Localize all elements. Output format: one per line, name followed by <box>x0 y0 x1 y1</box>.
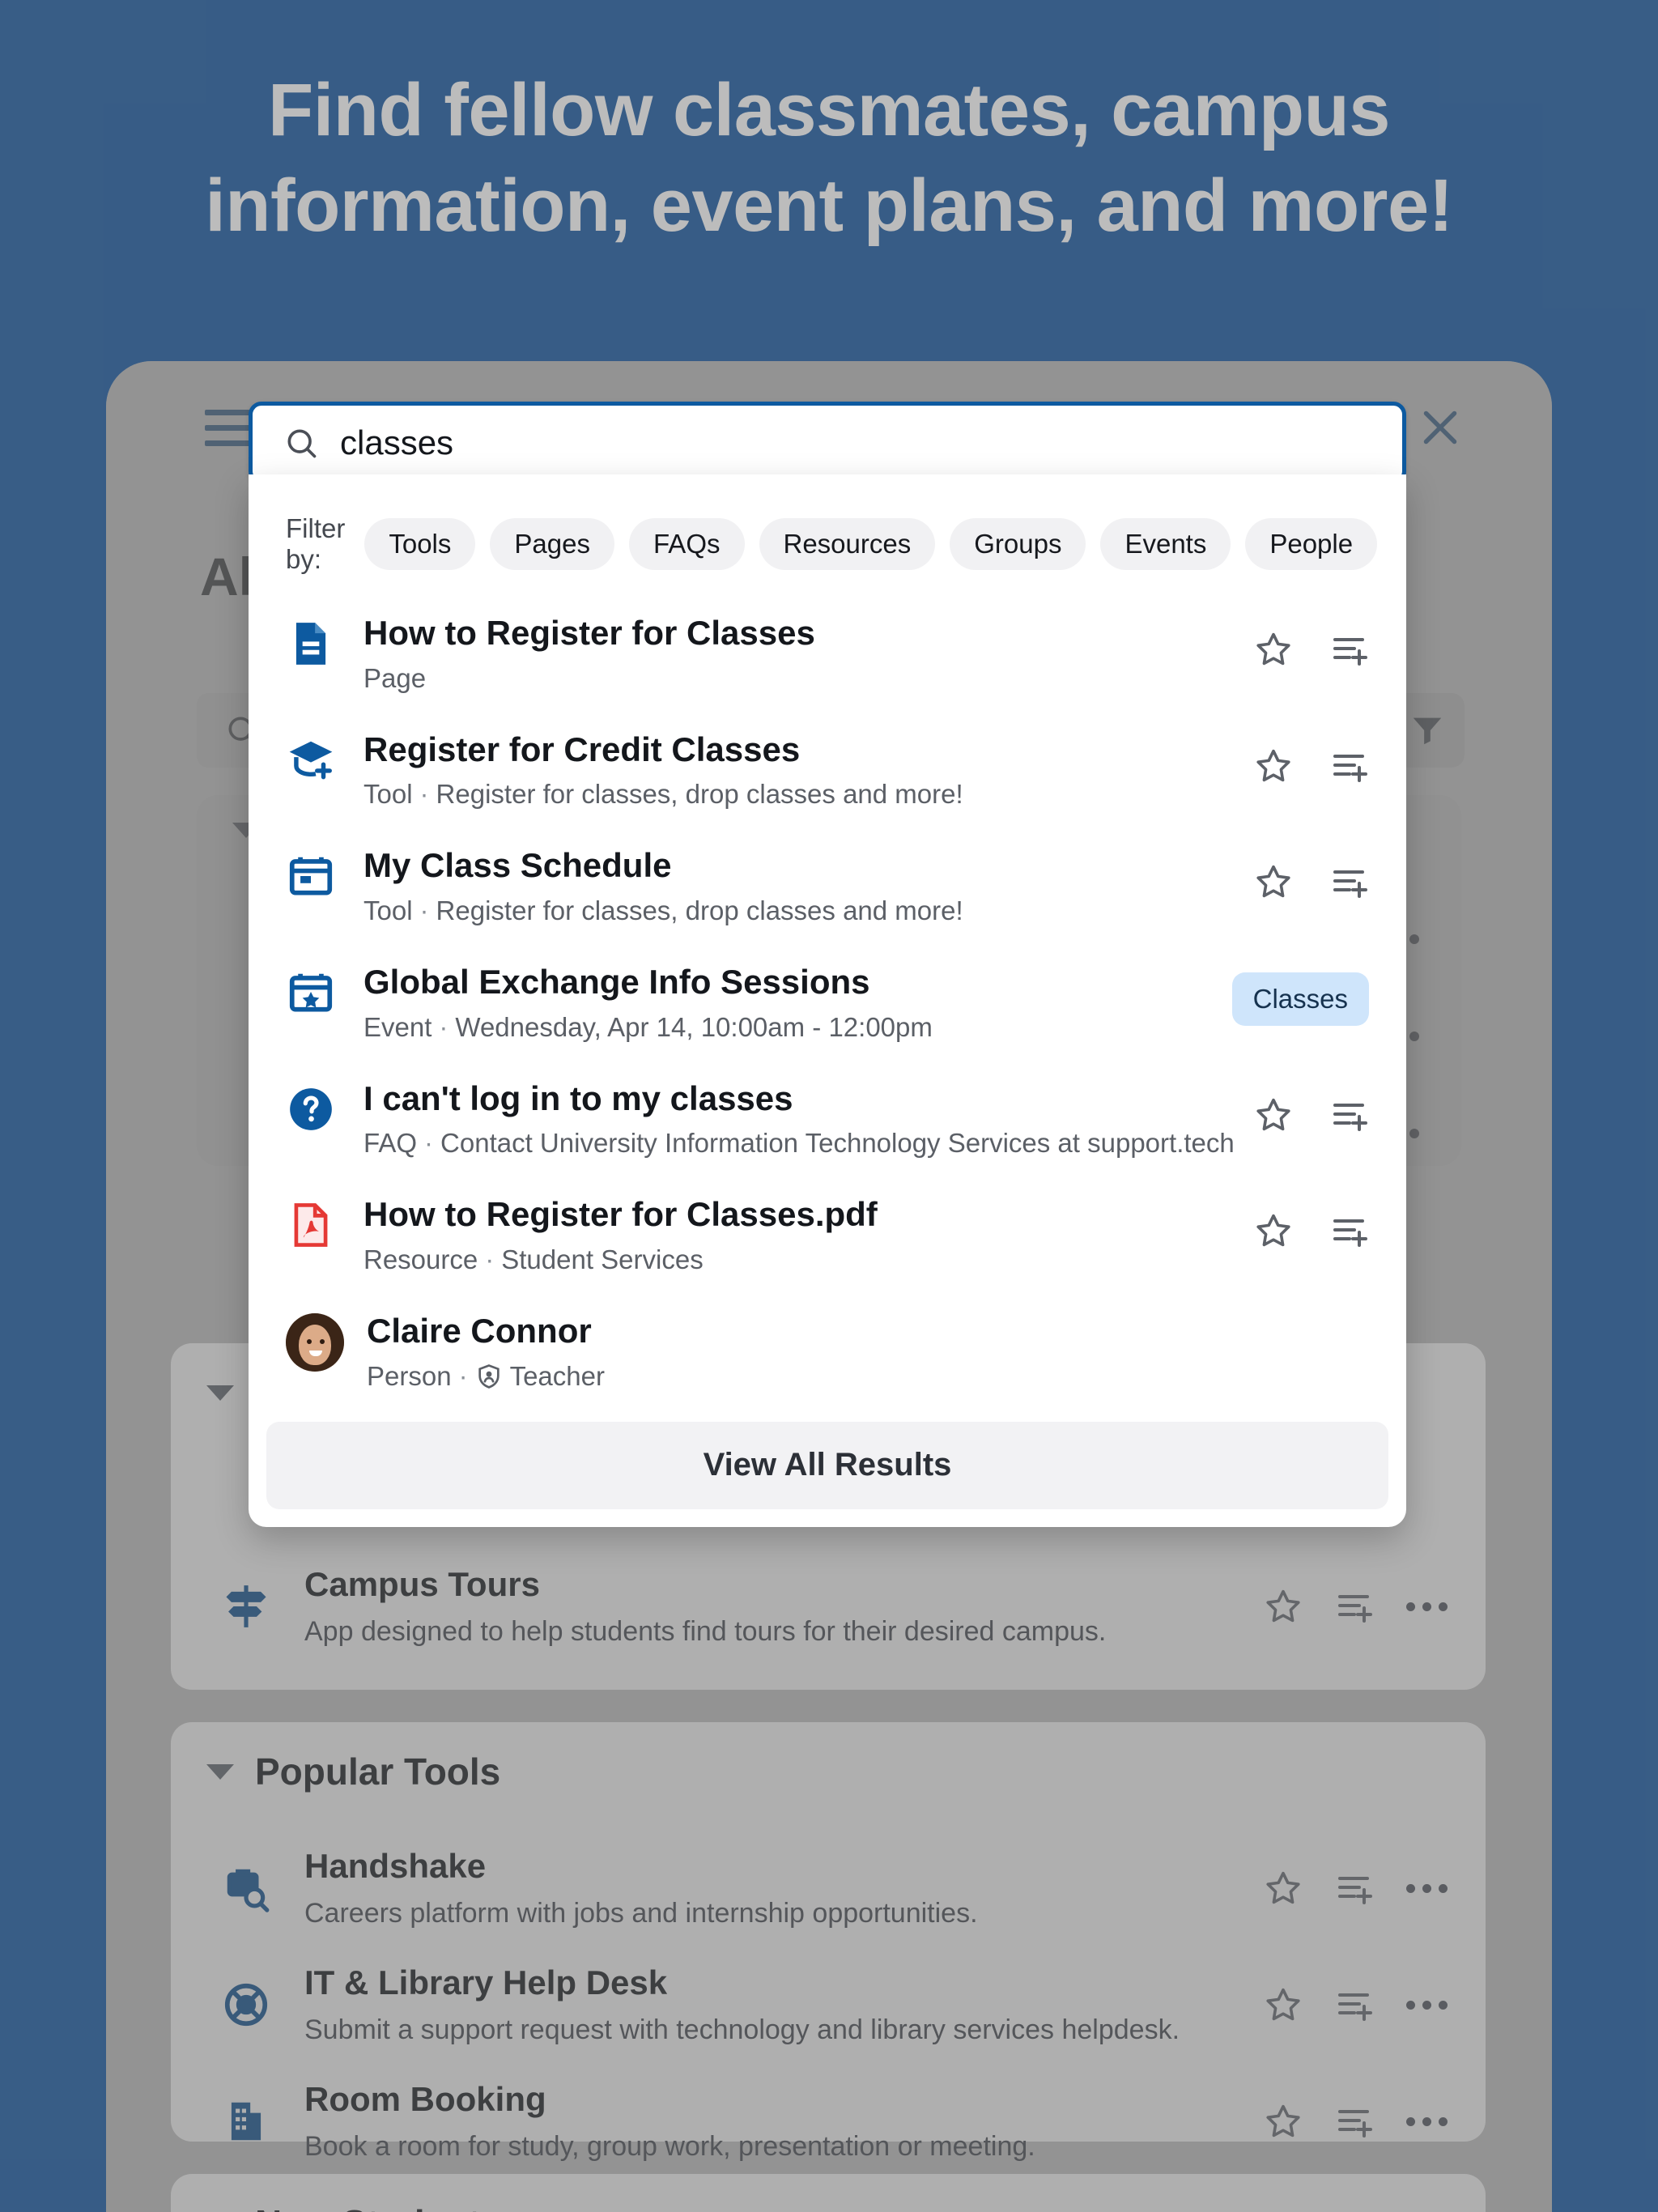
star-icon[interactable] <box>1254 630 1293 669</box>
search-result-item[interactable]: Claire Connor Person · Teacher <box>249 1294 1406 1410</box>
filter-chip-people[interactable]: People <box>1245 518 1378 570</box>
search-result-desc: Register for classes, drop classes and m… <box>436 895 963 926</box>
filter-chip-faqs[interactable]: FAQs <box>628 518 745 570</box>
star-icon[interactable] <box>1254 747 1293 785</box>
search-result-meta: Person · Teacher <box>367 1361 1369 1393</box>
search-result-title: Global Exchange Info Sessions <box>363 962 870 1001</box>
search-result-type: Tool <box>363 895 413 926</box>
star-icon[interactable] <box>1254 1211 1293 1250</box>
search-result-meta: FAQ · Contact University Information Tec… <box>363 1128 1235 1159</box>
search-result-desc: Contact University Information Technolog… <box>440 1128 1235 1159</box>
filter-chip-resources[interactable]: Resources <box>759 518 936 570</box>
graduation-cap-add-icon <box>286 735 336 785</box>
search-result-meta: Event · Wednesday, Apr 14, 10:00am - 12:… <box>363 1012 1232 1044</box>
search-result-item[interactable]: My Class Schedule Tool · Register for cl… <box>249 828 1406 945</box>
filter-bar: Filter by: Tools Pages FAQs Resources Gr… <box>249 513 1406 596</box>
status-badge: Classes <box>1231 972 1369 1026</box>
filter-chip-groups[interactable]: Groups <box>950 518 1086 570</box>
search-result-desc: Register for classes, drop classes and m… <box>436 779 963 810</box>
search-result-body: My Class Schedule Tool · Register for cl… <box>363 846 1235 927</box>
search-result-title: How to Register for Classes <box>363 614 815 652</box>
question-mark-icon <box>286 1084 336 1134</box>
filter-chip-tools[interactable]: Tools <box>364 518 476 570</box>
search-result-title: Register for Credit Classes <box>363 730 801 768</box>
search-result-body: Register for Credit Classes Tool · Regis… <box>363 730 1235 811</box>
star-icon[interactable] <box>1254 862 1293 901</box>
search-result-meta: Page <box>363 663 1235 695</box>
meta-separator: · <box>419 779 429 810</box>
search-icon <box>283 425 319 461</box>
search-input-value: classes <box>340 423 454 462</box>
star-icon[interactable] <box>1254 1095 1293 1134</box>
search-result-desc: Wednesday, Apr 14, 10:00am - 12:00pm <box>455 1011 933 1042</box>
meta-separator: · <box>485 1244 495 1274</box>
search-results-dropdown: Filter by: Tools Pages FAQs Resources Gr… <box>249 474 1406 1527</box>
search-result-title: I can't log in to my classes <box>363 1078 793 1117</box>
add-to-list-icon[interactable] <box>1330 630 1369 669</box>
search-result-type: Page <box>363 662 427 693</box>
search-result-desc: Student Services <box>501 1244 704 1274</box>
search-result-body: I can't log in to my classes FAQ · Conta… <box>363 1079 1235 1160</box>
search-result-type: Person <box>367 1360 452 1391</box>
teacher-badge-icon <box>475 1363 503 1390</box>
search-result-item[interactable]: How to Register for Classes Page <box>249 596 1406 713</box>
search-result-item[interactable]: How to Register for Classes.pdf Resource… <box>249 1177 1406 1294</box>
search-result-title: My Class Schedule <box>363 846 672 885</box>
result-actions <box>1254 1211 1369 1250</box>
view-all-results-button[interactable]: View All Results <box>266 1421 1388 1509</box>
search-result-body: Claire Connor Person · Teacher <box>367 1312 1369 1393</box>
search-result-type: Event <box>363 1011 432 1042</box>
filter-chip-events[interactable]: Events <box>1100 518 1231 570</box>
add-to-list-icon[interactable] <box>1330 1211 1369 1250</box>
result-actions <box>1254 630 1369 669</box>
search-result-meta: Tool · Register for classes, drop classe… <box>363 779 1235 810</box>
calendar-icon <box>286 851 336 901</box>
page-document-icon <box>286 619 336 669</box>
filter-chip-pages[interactable]: Pages <box>490 518 614 570</box>
search-result-meta: Resource · Student Services <box>363 1244 1235 1276</box>
meta-separator: · <box>458 1360 468 1391</box>
search-overlay: classes Filter by: Tools Pages FAQs Reso… <box>0 0 1658 2212</box>
search-result-meta: Tool · Register for classes, drop classe… <box>363 895 1235 927</box>
search-input[interactable]: classes <box>249 402 1406 484</box>
search-result-body: How to Register for Classes.pdf Resource… <box>363 1195 1235 1276</box>
search-result-type: Tool <box>363 779 413 810</box>
pdf-file-icon <box>286 1200 336 1250</box>
add-to-list-icon[interactable] <box>1330 1095 1369 1134</box>
add-to-list-icon[interactable] <box>1330 862 1369 901</box>
search-result-item[interactable]: I can't log in to my classes FAQ · Conta… <box>249 1061 1406 1178</box>
avatar <box>286 1312 344 1372</box>
search-result-type: Resource <box>363 1244 478 1274</box>
filter-label: Filter by: <box>286 513 346 574</box>
search-result-item[interactable]: Global Exchange Info Sessions Event · We… <box>249 945 1406 1061</box>
result-actions <box>1254 862 1369 901</box>
calendar-star-icon <box>286 968 336 1018</box>
add-to-list-icon[interactable] <box>1330 747 1369 785</box>
meta-separator: · <box>439 1011 449 1042</box>
search-result-type: FAQ <box>363 1128 418 1159</box>
meta-separator: · <box>419 895 429 926</box>
meta-separator: · <box>424 1128 434 1159</box>
screenshot-root: Find fellow classmates, campus informati… <box>0 0 1658 2212</box>
result-actions <box>1254 1095 1369 1134</box>
search-result-desc: Teacher <box>509 1360 605 1391</box>
search-result-title: Claire Connor <box>367 1311 592 1350</box>
search-result-title: How to Register for Classes.pdf <box>363 1195 878 1234</box>
result-actions <box>1254 747 1369 785</box>
search-result-item[interactable]: Register for Credit Classes Tool · Regis… <box>249 713 1406 829</box>
search-result-body: How to Register for Classes Page <box>363 614 1235 695</box>
search-result-body: Global Exchange Info Sessions Event · We… <box>363 963 1232 1044</box>
